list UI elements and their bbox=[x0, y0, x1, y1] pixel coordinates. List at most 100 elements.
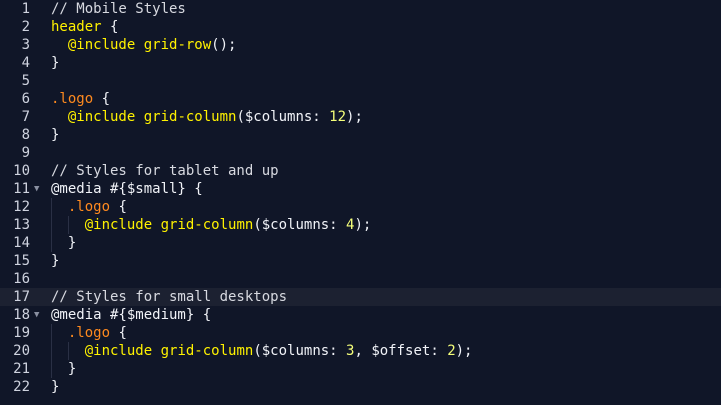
code-token: } bbox=[51, 55, 60, 71]
line-number: 13 bbox=[13, 217, 30, 233]
line-number: 7 bbox=[21, 109, 30, 125]
code-text: .logo { bbox=[51, 198, 127, 216]
code-lines: 1// Mobile Styles 2 header {3 @include gri… bbox=[0, 0, 721, 396]
code-line[interactable]: 3 @include grid-row(); bbox=[0, 36, 721, 54]
code-text: @media #{$medium} { bbox=[51, 306, 211, 324]
code-token: ($columns: bbox=[236, 109, 330, 125]
code-token: .logo bbox=[51, 91, 94, 107]
code-line[interactable]: 9 bbox=[0, 144, 721, 162]
code-line[interactable]: 17 // Styles for small desktops bbox=[0, 288, 721, 306]
code-token: } bbox=[51, 379, 60, 395]
code-token: // Styles for tablet and up bbox=[51, 163, 279, 179]
line-number: 6 bbox=[21, 91, 30, 107]
line-number: 1 bbox=[21, 1, 30, 17]
code-token: grid-row bbox=[143, 37, 212, 53]
code-text: } bbox=[51, 252, 59, 270]
code-text: @include grid-column($columns: 4); bbox=[51, 216, 372, 234]
code-token: // Styles for small desktops bbox=[51, 289, 288, 305]
code-token: .logo bbox=[67, 325, 111, 341]
code-line[interactable]: 8} bbox=[0, 126, 721, 144]
code-line[interactable]: 12 .logo { bbox=[0, 198, 721, 216]
line-number: 11 bbox=[13, 181, 30, 197]
line-number: 21 bbox=[13, 361, 30, 377]
code-line[interactable]: 19 .logo { bbox=[0, 324, 721, 342]
line-number: 12 bbox=[13, 199, 30, 215]
code-text: } bbox=[51, 378, 59, 396]
code-token: ); bbox=[354, 217, 372, 233]
code-text: // Styles for small desktops bbox=[51, 288, 287, 306]
code-token: @media #{$medium} { bbox=[51, 307, 212, 323]
line-number: 9 bbox=[21, 145, 30, 161]
code-line[interactable]: 2 header { bbox=[0, 18, 721, 36]
line-number: 19 bbox=[13, 325, 30, 341]
code-editor[interactable]: 1// Mobile Styles 2 header {3 @include gri… bbox=[0, 0, 721, 405]
code-line[interactable]: 13 @include grid-column($columns: 4); bbox=[0, 216, 721, 234]
code-token: { bbox=[110, 325, 127, 341]
code-line[interactable]: 21 } bbox=[0, 360, 721, 378]
code-text: header { bbox=[51, 18, 118, 36]
code-line[interactable]: 22} bbox=[0, 378, 721, 396]
code-token: { bbox=[101, 19, 119, 35]
code-line[interactable]: 15} bbox=[0, 252, 721, 270]
code-line[interactable]: 4} bbox=[0, 54, 721, 72]
code-token: } bbox=[51, 361, 77, 377]
line-number: 10 bbox=[13, 163, 30, 179]
code-token: ); bbox=[455, 343, 473, 359]
code-line[interactable]: 16 bbox=[0, 270, 721, 288]
line-number: 16 bbox=[13, 271, 30, 287]
code-token: grid-column bbox=[143, 109, 237, 125]
code-token: @include bbox=[84, 343, 153, 359]
code-line[interactable]: 6 .logo { bbox=[0, 90, 721, 108]
code-token: } bbox=[51, 127, 60, 143]
code-token: 2 bbox=[447, 343, 456, 359]
code-text: } bbox=[51, 360, 76, 378]
line-number: 4 bbox=[21, 55, 30, 71]
code-line[interactable]: 1 // Mobile Styles bbox=[0, 0, 721, 18]
line-number: 20 bbox=[13, 343, 30, 359]
code-line[interactable]: 20 @include grid-column($columns: 3, $of… bbox=[0, 342, 721, 360]
code-line[interactable]: 10 // Styles for tablet and up bbox=[0, 162, 721, 180]
code-token: @include bbox=[67, 37, 136, 53]
line-number: 5 bbox=[21, 73, 30, 89]
code-token: { bbox=[110, 199, 127, 215]
code-text: @include grid-column($columns: 12); bbox=[51, 108, 363, 126]
code-line[interactable]: 7 @include grid-column($columns: 12); bbox=[0, 108, 721, 126]
code-line[interactable]: 18 ▼ @media #{$medium} { bbox=[0, 306, 721, 324]
code-token: , $offset: bbox=[354, 343, 448, 359]
code-line[interactable]: 14 } bbox=[0, 234, 721, 252]
code-text: // Styles for tablet and up bbox=[51, 162, 279, 180]
fold-arrow-icon[interactable]: ▼ bbox=[34, 180, 44, 198]
line-number: 2 bbox=[21, 19, 30, 35]
code-line[interactable]: 11 ▼ @media #{$small} { bbox=[0, 180, 721, 198]
code-token: .logo bbox=[67, 199, 111, 215]
code-token: header bbox=[51, 19, 102, 35]
code-text: .logo { bbox=[51, 90, 110, 108]
line-number: 15 bbox=[13, 253, 30, 269]
fold-arrow-icon[interactable]: ▼ bbox=[34, 306, 44, 324]
line-number: 3 bbox=[21, 37, 30, 53]
code-text: .logo { bbox=[51, 324, 127, 342]
code-token: grid-column bbox=[160, 343, 254, 359]
line-number: 14 bbox=[13, 235, 30, 251]
code-token: ($columns: bbox=[253, 343, 347, 359]
code-text: @media #{$small} { bbox=[51, 180, 203, 198]
code-text: @include grid-row(); bbox=[51, 36, 237, 54]
code-token: } bbox=[51, 253, 60, 269]
code-text: // Mobile Styles bbox=[51, 0, 186, 18]
code-token: @media #{$small} { bbox=[51, 181, 203, 197]
code-token: grid-column bbox=[160, 217, 254, 233]
code-token: ($columns: bbox=[253, 217, 347, 233]
code-token: } bbox=[51, 235, 77, 251]
code-token: (); bbox=[211, 37, 237, 53]
code-token: ); bbox=[346, 109, 363, 125]
code-line[interactable]: 5 bbox=[0, 72, 721, 90]
